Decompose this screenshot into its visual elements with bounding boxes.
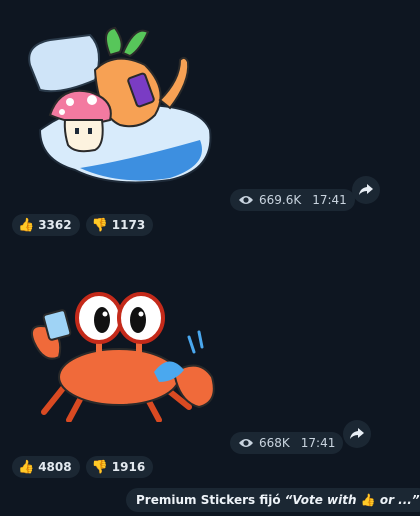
thumbs-down-icon: 👎 — [91, 459, 108, 475]
reaction-count: 4808 — [38, 460, 72, 474]
reaction-count: 1916 — [111, 460, 146, 474]
thumbs-up-icon: 👍 — [18, 459, 35, 475]
share-button[interactable] — [343, 420, 371, 448]
quote-suffix: or ...” — [375, 493, 420, 507]
share-arrow-icon — [350, 428, 364, 439]
quote-text: “Vote with 👍 or ...” — [285, 493, 420, 507]
view-count: 668K — [259, 436, 290, 450]
reaction-thumbs-down[interactable]: 👎 1916 — [85, 456, 154, 478]
eye-icon — [239, 439, 253, 447]
quote-prefix: “Vote with — [284, 493, 361, 507]
channel-name: Premium Stickers fijó — [136, 493, 281, 507]
views-time-pill: 668K 17:41 — [230, 432, 344, 454]
message-time: 17:41 — [300, 436, 336, 450]
pinned-message-preview[interactable]: Premium Stickers fijó “Vote with 👍 or ..… — [126, 488, 420, 512]
thumbs-up-icon: 👍 — [360, 493, 376, 507]
sticker-image[interactable] — [24, 282, 220, 422]
sticker-message-2: 668K 17:41 👍 4808 👎 1916 — [0, 0, 420, 516]
reactions-bar: 👍 4808 👎 1916 — [12, 456, 154, 478]
reaction-thumbs-up[interactable]: 👍 4808 — [12, 456, 80, 478]
